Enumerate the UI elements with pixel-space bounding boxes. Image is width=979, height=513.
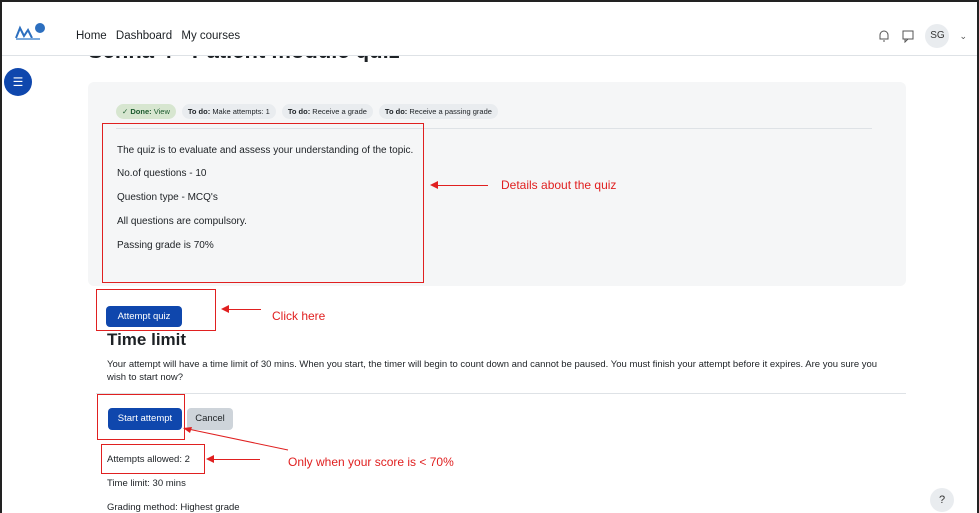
nav-dashboard-link[interactable]: Dashboard <box>116 30 172 42</box>
annotation-label: Click here <box>272 309 326 323</box>
top-navbar: Home Dashboard My courses SG ⌄ <box>2 2 977 56</box>
annotation-highlight-box <box>102 123 424 283</box>
bell-icon[interactable] <box>877 29 891 43</box>
annotation-label: Only when your score is < 70% <box>288 455 454 469</box>
completion-todo-attempts-chip: To do: Make attempts: 1 <box>181 104 276 119</box>
user-avatar[interactable]: SG <box>925 24 950 48</box>
attempt-quiz-button[interactable]: Attempt quiz <box>106 306 182 327</box>
completion-todo-passing-chip: To do: Receive a passing grade <box>378 104 498 119</box>
annotation-label: Details about the quiz <box>501 178 617 192</box>
frame-left <box>0 0 2 513</box>
time-limit-text: Your attempt will have a time limit of 3… <box>107 359 878 383</box>
list-icon: ☰ <box>12 75 24 89</box>
nav-my-courses-link[interactable]: My courses <box>181 30 240 42</box>
annotation-arrow-line <box>227 309 261 310</box>
user-menu-area: SG ⌄ <box>877 24 967 48</box>
section-divider <box>96 393 906 394</box>
logo-icon[interactable] <box>14 22 48 42</box>
grading-method-info: Grading method: Highest grade <box>107 502 240 513</box>
annotation-arrow-line <box>212 459 260 460</box>
check-icon: ✓ <box>122 107 129 116</box>
course-index-toggle[interactable]: ☰ <box>4 68 32 96</box>
help-button[interactable]: ? <box>930 488 954 512</box>
start-attempt-button[interactable]: Start attempt <box>108 408 182 430</box>
attempts-allowed: Attempts allowed: 2 <box>107 454 190 465</box>
chat-icon[interactable] <box>901 29 915 43</box>
chevron-down-icon[interactable]: ⌄ <box>959 31 967 42</box>
primary-navigation: Home Dashboard My courses <box>76 30 246 42</box>
completion-todo-grade-chip: To do: Receive a grade <box>281 104 373 119</box>
time-limit-heading: Time limit <box>107 330 187 349</box>
completion-requirements: ✓ Done: View To do: Make attempts: 1 To … <box>116 104 498 119</box>
completion-done-chip: ✓ Done: View <box>116 104 176 119</box>
annotation-arrow-line <box>436 185 488 186</box>
time-limit-info: Time limit: 30 mins <box>107 478 186 489</box>
nav-home-link[interactable]: Home <box>76 30 107 42</box>
